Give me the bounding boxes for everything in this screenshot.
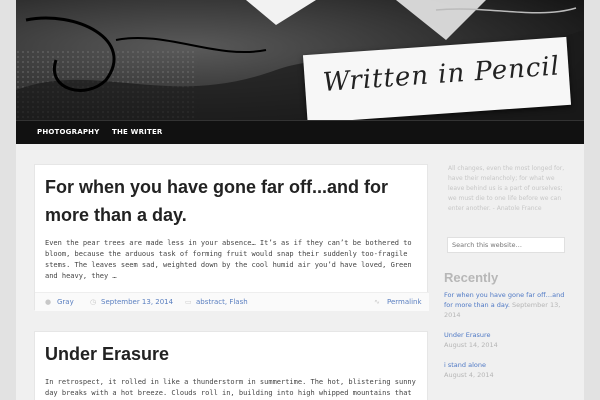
post-title-link[interactable]: Under Erasure [45,340,169,368]
post-card: For when you have gone far off...and for… [34,164,429,311]
nav-item-photography[interactable]: PHOTOGRAPHY [37,128,99,136]
sidebar-quote: All changes, even the most longed for, h… [448,165,565,212]
post-date-link[interactable]: September 13, 2014 [101,298,173,306]
recent-post-date: August 4, 2014 [444,371,494,379]
recent-heading: Recently [444,270,499,285]
post-excerpt: Even the pear trees are made less in you… [45,239,412,280]
post-excerpt: In retrospect, it rolled in like a thund… [45,378,416,397]
right-margin [584,0,600,400]
recent-post-item: i stand alone August 4, 2014 [444,360,574,380]
search-input[interactable] [447,237,565,253]
left-margin [0,0,16,400]
nav-item-the-writer[interactable]: THE WRITER [112,128,163,136]
recent-post-item: For when you have gone far off…and for m… [444,290,574,320]
post-meta: ● Gray ◷ September 13, 2014 ▭ abstract, … [35,292,429,311]
site-header: Written in Pencil [16,0,584,120]
post-categories-link[interactable]: abstract, Flash [196,298,248,306]
link-icon: ∿ [374,298,380,306]
recent-post-link[interactable]: i stand alone [444,360,574,370]
recent-posts-list: For when you have gone far off…and for m… [444,290,574,390]
post-title-link[interactable]: For when you have gone far off...and for… [45,173,405,229]
post-author-link[interactable]: Gray [57,298,74,306]
person-icon: ● [45,298,52,306]
permalink-link[interactable]: Permalink [387,298,422,306]
main-navigation: PHOTOGRAPHY THE WRITER [16,120,584,144]
recent-post-link[interactable]: Under Erasure [444,330,574,340]
clock-icon: ◷ [90,298,97,306]
recent-post-date: August 14, 2014 [444,341,498,349]
page: Written in Pencil PHOTOGRAPHY THE WRITER… [0,0,600,400]
post-card: Under Erasure In retrospect, it rolled i… [34,331,428,400]
folder-icon: ▭ [185,298,192,306]
logo-text: Written in Pencil [321,51,561,98]
recent-post-item: Under Erasure August 14, 2014 [444,330,574,350]
